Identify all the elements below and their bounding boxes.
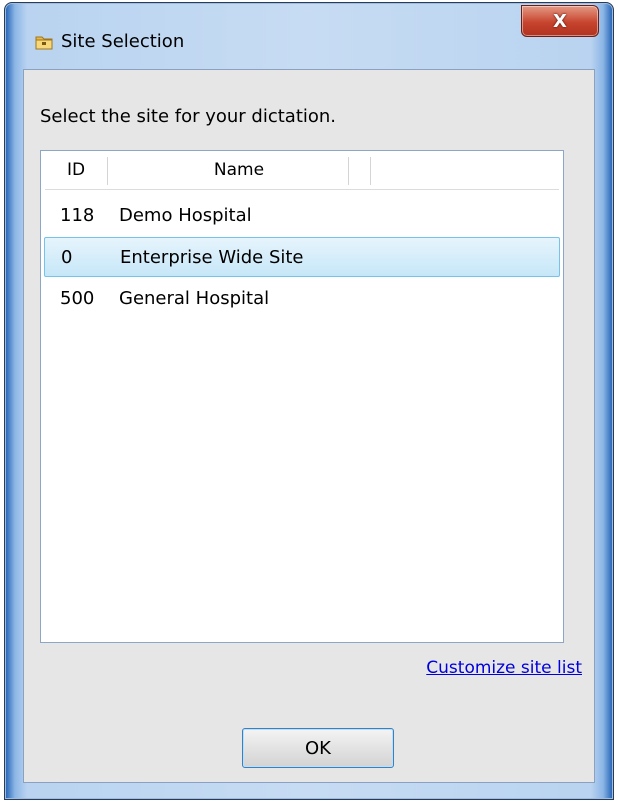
list-header: ID Name xyxy=(41,151,563,189)
site-selection-window: Site Selection X Select the site for you… xyxy=(4,2,614,800)
list-item-selected[interactable]: 0 Enterprise Wide Site xyxy=(44,237,560,277)
column-divider[interactable] xyxy=(348,157,349,185)
site-name: Demo Hospital xyxy=(119,205,252,226)
close-icon: X xyxy=(553,10,567,32)
list-item[interactable]: 500 General Hospital xyxy=(44,279,560,317)
list-item[interactable]: 118 Demo Hospital xyxy=(44,196,560,234)
column-divider[interactable] xyxy=(370,157,371,185)
window-title: Site Selection xyxy=(61,31,185,52)
column-header-id[interactable]: ID xyxy=(45,151,107,189)
dialog-body: Select the site for your dictation. ID N… xyxy=(23,69,595,783)
title-bar[interactable]: Site Selection X xyxy=(5,3,613,73)
customize-site-list-link[interactable]: Customize site list xyxy=(426,658,582,678)
folder-icon xyxy=(35,34,53,50)
prompt-text: Select the site for your dictation. xyxy=(40,106,337,127)
site-id: 118 xyxy=(60,205,95,226)
site-list[interactable]: ID Name 118 Demo Hospital 0 Enterprise W… xyxy=(40,150,564,643)
header-divider xyxy=(45,189,559,190)
column-header-name[interactable]: Name xyxy=(108,151,370,189)
site-name: General Hospital xyxy=(119,288,270,309)
ok-button[interactable]: OK xyxy=(242,728,394,768)
site-id: 500 xyxy=(60,288,95,309)
close-button[interactable]: X xyxy=(521,5,599,37)
site-name: Enterprise Wide Site xyxy=(120,247,304,268)
site-id: 0 xyxy=(61,247,73,268)
